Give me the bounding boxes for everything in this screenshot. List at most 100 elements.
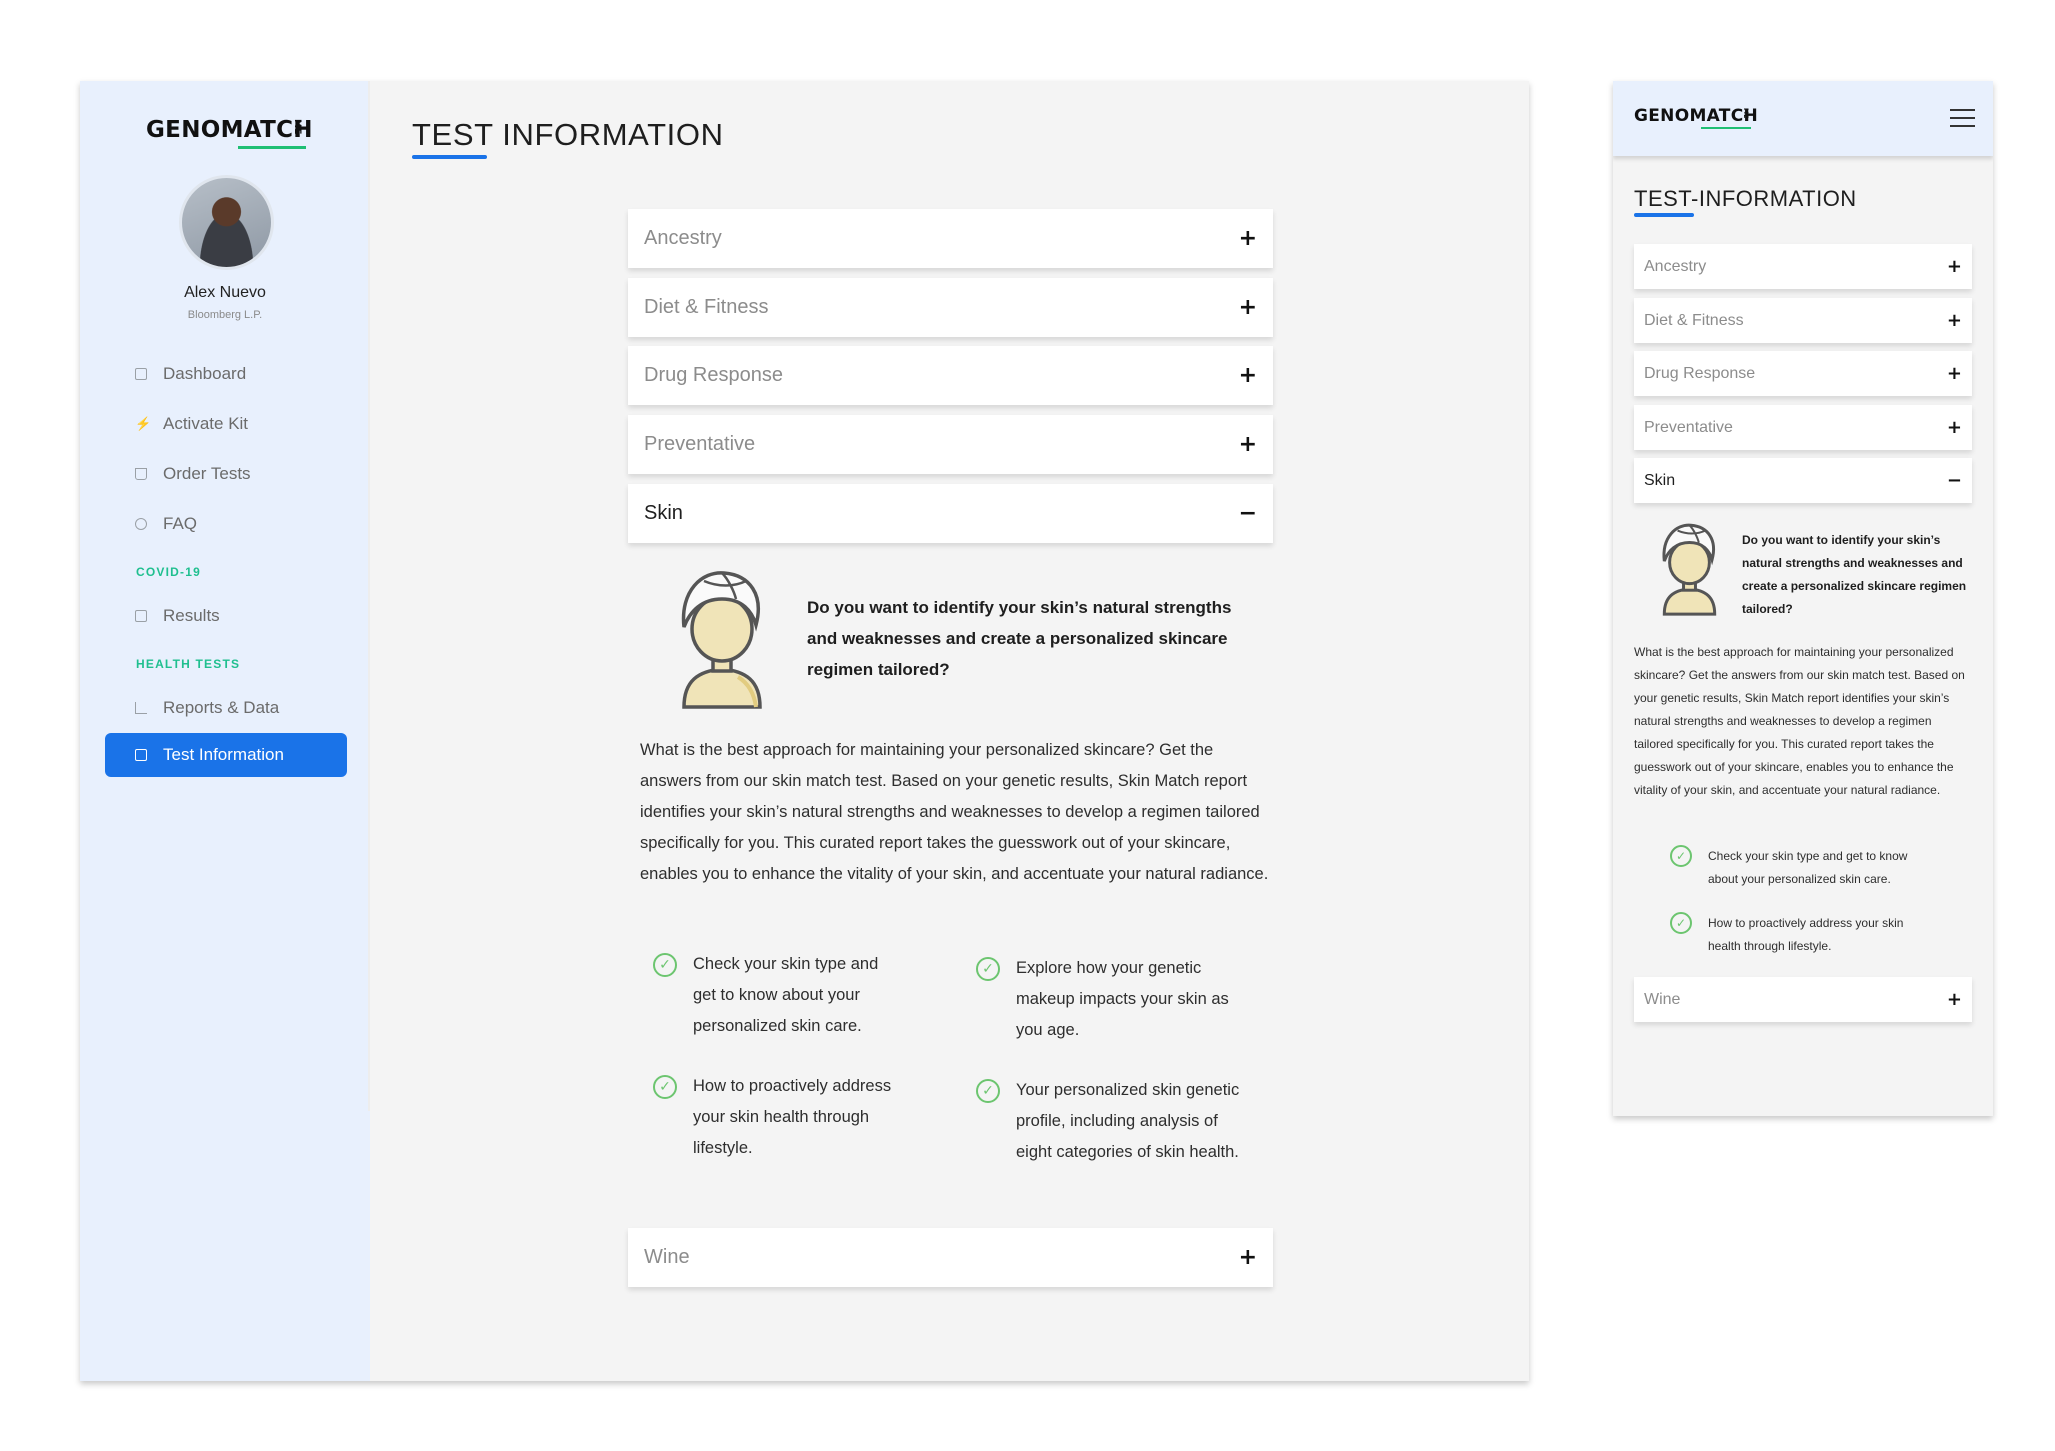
check-circle-icon: ✓ bbox=[653, 953, 677, 977]
section-label-covid: COVID-19 bbox=[136, 565, 201, 579]
skin-question: Do you want to identify your skin’s natu… bbox=[807, 598, 1232, 679]
sidebar-item-results[interactable]: Results bbox=[105, 594, 347, 638]
feature-item: ✓ How to proactively address your skin h… bbox=[653, 1071, 923, 1164]
accordion-diet-fitness[interactable]: Diet & Fitness + bbox=[1634, 298, 1972, 343]
hamburger-menu-icon[interactable] bbox=[1950, 109, 1975, 129]
accordion-label: Diet & Fitness bbox=[1644, 311, 1744, 329]
plus-icon[interactable]: + bbox=[1947, 310, 1962, 331]
accordion-label: Preventative bbox=[644, 433, 756, 455]
accordion-drug-response[interactable]: Drug Response + bbox=[1634, 351, 1972, 396]
woman-towel-illustration bbox=[1662, 523, 1717, 616]
accordion-label: Skin bbox=[644, 502, 683, 524]
bolt-icon: ⚡ bbox=[135, 416, 152, 431]
sidebar-item-label: Results bbox=[163, 606, 220, 625]
title-underline bbox=[412, 155, 487, 159]
chat-icon bbox=[135, 518, 147, 530]
dashboard-icon bbox=[135, 368, 147, 380]
sidebar-item-label: Order Tests bbox=[163, 464, 251, 483]
feature-text: How to proactively address your skin hea… bbox=[1708, 916, 1904, 953]
sidebar-item-dashboard[interactable]: Dashboard bbox=[105, 352, 347, 396]
accordion-diet-fitness[interactable]: Diet & Fitness + bbox=[628, 278, 1273, 337]
check-circle-icon: ✓ bbox=[653, 1075, 677, 1099]
logo-suffix: ME bbox=[292, 119, 302, 135]
feature-text: Explore how your genetic makeup impacts … bbox=[1016, 959, 1229, 1039]
logo-text: GENOMATCH bbox=[146, 117, 313, 143]
sidebar-item-label: Dashboard bbox=[163, 364, 247, 383]
feature-item: ✓ Explore how your genetic makeup impact… bbox=[976, 953, 1256, 1046]
plus-icon[interactable]: + bbox=[1947, 417, 1962, 438]
plus-icon[interactable]: + bbox=[1239, 363, 1257, 388]
plus-icon[interactable]: + bbox=[1239, 1245, 1257, 1270]
accordion-label: Skin bbox=[1644, 471, 1676, 489]
accordion-label: Drug Response bbox=[644, 364, 783, 386]
mobile-frame: GENOMATCH ME TEST-INFORMATION Ancestry +… bbox=[1613, 81, 1993, 1116]
avatar[interactable] bbox=[179, 175, 274, 270]
plus-icon[interactable]: + bbox=[1239, 295, 1257, 320]
logo[interactable]: GENOMATCH ME bbox=[1634, 106, 1758, 129]
check-circle-icon: ✓ bbox=[976, 1079, 1000, 1103]
feature-item: ✓ Your personalized skin genetic profile… bbox=[976, 1075, 1256, 1168]
accordion-preventative[interactable]: Preventative + bbox=[628, 415, 1273, 474]
user-company: Bloomberg L.P. bbox=[187, 309, 263, 321]
section-label-health-tests: HEALTH TESTS bbox=[136, 657, 241, 671]
logo-underline bbox=[238, 146, 306, 149]
skin-question: Do you want to identify your skin’s natu… bbox=[1742, 533, 1967, 616]
feature-text: How to proactively address your skin hea… bbox=[693, 1077, 892, 1157]
accordion-ancestry[interactable]: Ancestry + bbox=[1634, 244, 1972, 289]
sidebar-item-activate-kit[interactable]: ⚡ Activate Kit bbox=[105, 402, 347, 446]
check-circle-icon: ✓ bbox=[1670, 845, 1692, 867]
logo-text: GENOMATCH bbox=[1634, 106, 1758, 126]
desktop-frame: GENOMATCH ME Alex Nuevo Bloomberg L.P. D… bbox=[80, 81, 1529, 1381]
accordion-wine[interactable]: Wine + bbox=[628, 1228, 1273, 1287]
plus-icon[interactable]: + bbox=[1947, 363, 1962, 384]
accordion-preventative[interactable]: Preventative + bbox=[1634, 405, 1972, 450]
title-underline bbox=[1634, 213, 1694, 217]
skin-description: What is the best approach for maintainin… bbox=[640, 741, 1269, 883]
chart-icon bbox=[135, 702, 147, 714]
logo-suffix: ME bbox=[1742, 108, 1749, 119]
accordion-ancestry[interactable]: Ancestry + bbox=[628, 209, 1273, 268]
plus-icon[interactable]: + bbox=[1239, 226, 1257, 251]
minus-icon[interactable]: − bbox=[1947, 470, 1962, 491]
sidebar-item-label: FAQ bbox=[163, 514, 198, 533]
minus-icon[interactable]: − bbox=[1239, 501, 1257, 526]
feature-text: Your personalized skin genetic profile, … bbox=[1016, 1081, 1240, 1161]
plus-icon[interactable]: + bbox=[1947, 256, 1962, 277]
accordion-drug-response[interactable]: Drug Response + bbox=[628, 346, 1273, 405]
sidebar-item-label: Test Information bbox=[163, 745, 284, 764]
feature-item: ✓ Check your skin type and get to know a… bbox=[653, 949, 903, 1042]
page-title: TEST INFORMATION bbox=[412, 117, 724, 152]
sidebar-item-label: Reports & Data bbox=[163, 698, 280, 717]
accordion-label: Diet & Fitness bbox=[644, 296, 769, 318]
plus-icon[interactable]: + bbox=[1239, 432, 1257, 457]
feature-item: ✓ How to proactively address your skin h… bbox=[1670, 912, 1932, 958]
accordion-label: Wine bbox=[1644, 990, 1681, 1008]
sidebar-divider bbox=[368, 81, 370, 1111]
check-circle-icon: ✓ bbox=[976, 957, 1000, 981]
logo-underline bbox=[1701, 127, 1751, 129]
skin-description: What is the best approach for maintainin… bbox=[1634, 645, 1965, 797]
feature-text: Check your skin type and get to know abo… bbox=[1708, 849, 1908, 886]
plus-icon[interactable]: + bbox=[1947, 989, 1962, 1010]
check-circle-icon: ✓ bbox=[1670, 912, 1692, 934]
sidebar-item-test-information[interactable]: Test Information bbox=[105, 733, 347, 777]
accordion-label: Ancestry bbox=[1644, 257, 1707, 275]
accordion-label: Preventative bbox=[1644, 418, 1733, 436]
results-icon bbox=[135, 610, 147, 622]
bag-icon bbox=[135, 468, 147, 480]
sidebar-item-label: Activate Kit bbox=[163, 414, 249, 433]
accordion-skin[interactable]: Skin − bbox=[628, 484, 1273, 543]
woman-towel-illustration bbox=[681, 571, 762, 709]
sidebar-item-reports-data[interactable]: Reports & Data bbox=[105, 686, 347, 730]
sidebar: GENOMATCH ME Alex Nuevo Bloomberg L.P. D… bbox=[80, 81, 370, 1381]
accordion-skin[interactable]: Skin − bbox=[1634, 458, 1972, 503]
accordion-wine[interactable]: Wine + bbox=[1634, 977, 1972, 1022]
feature-item: ✓ Check your skin type and get to know a… bbox=[1670, 845, 1932, 891]
page-title: TEST-INFORMATION bbox=[1634, 186, 1857, 211]
user-name: Alex Nuevo bbox=[184, 284, 266, 301]
mobile-header: GENOMATCH ME bbox=[1613, 81, 1993, 156]
logo[interactable]: GENOMATCH ME bbox=[146, 117, 313, 149]
sidebar-item-order-tests[interactable]: Order Tests bbox=[105, 452, 347, 496]
accordion-label: Ancestry bbox=[644, 227, 722, 249]
sidebar-item-faq[interactable]: FAQ bbox=[105, 502, 347, 546]
